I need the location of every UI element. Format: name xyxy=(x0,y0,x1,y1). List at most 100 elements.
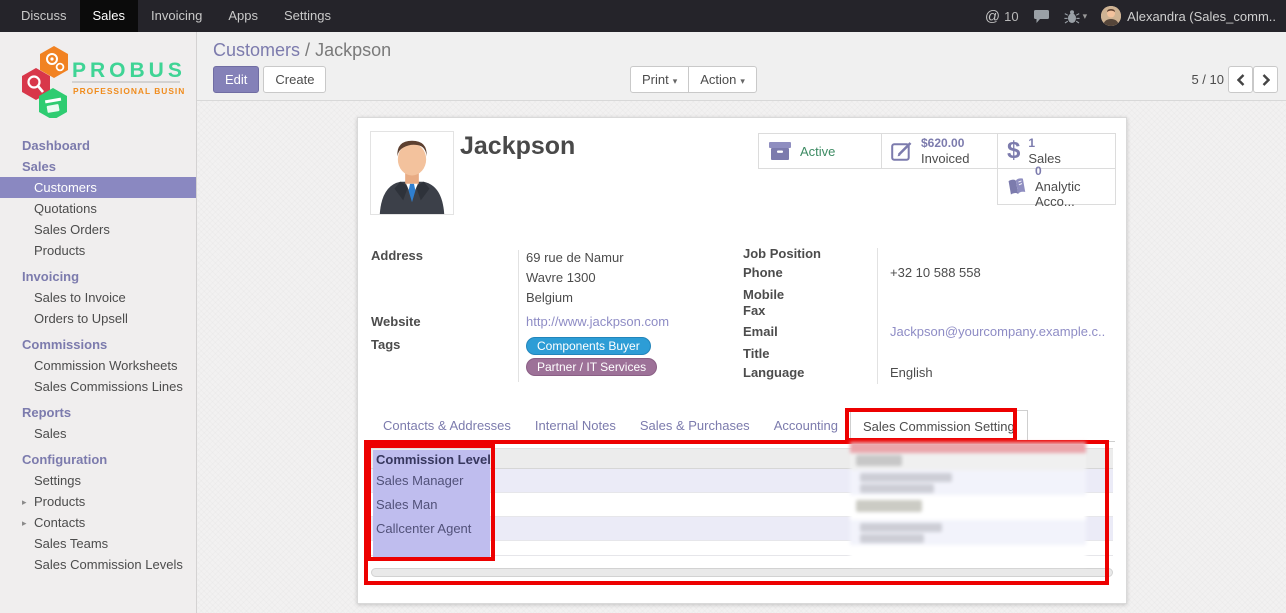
sidebar-section-configuration[interactable]: Configuration xyxy=(0,449,196,470)
address-line3: Belgium xyxy=(526,288,736,308)
sidebar-item-sales-commission-levels[interactable]: Sales Commission Levels xyxy=(0,554,196,575)
content-area: Jackpson Active $620.00Invoiced $ 1Sales xyxy=(197,101,1286,613)
table-header-commission-level[interactable]: Commission Level xyxy=(371,449,1113,469)
create-button[interactable]: Create xyxy=(263,66,326,93)
action-button[interactable]: Action▾ xyxy=(688,66,757,93)
sidebar-item-commission-worksheets[interactable]: Commission Worksheets xyxy=(0,355,196,376)
website-link[interactable]: http://www.jackpson.com xyxy=(526,314,669,329)
user-avatar xyxy=(1101,6,1121,26)
address-line2: Wavre 1300 xyxy=(526,268,736,288)
sidebar-item-sales-orders[interactable]: Sales Orders xyxy=(0,219,196,240)
top-menubar: Discuss Sales Invoicing Apps Settings @ … xyxy=(0,0,1286,32)
analytic-value: 0 xyxy=(1035,164,1115,179)
logo-title: PROBUSE xyxy=(72,59,184,82)
user-menu[interactable]: Alexandra (Sales_comm.. xyxy=(1101,6,1276,26)
customer-name: Jackpson xyxy=(460,132,575,161)
field-label-phone: Phone xyxy=(743,262,877,283)
tag-components-buyer: Components Buyer xyxy=(526,337,651,355)
analytic-label: Analytic Acco... xyxy=(1035,179,1081,209)
horizontal-scrollbar[interactable] xyxy=(371,568,1113,577)
edit-button[interactable]: Edit xyxy=(213,66,259,93)
tag-partner-it-services: Partner / IT Services xyxy=(526,358,657,376)
title-value xyxy=(877,346,1115,362)
sidebar-item-sales-teams[interactable]: Sales Teams xyxy=(0,533,196,554)
archive-icon xyxy=(768,141,792,161)
field-group-left: Address 69 rue de Namur Wavre 1300 Belgi… xyxy=(371,248,736,384)
field-label-title: Title xyxy=(743,346,877,362)
language-value: English xyxy=(877,362,1115,383)
table-row-sales-man[interactable]: Sales Man xyxy=(371,493,1113,517)
sidebar-item-quotations[interactable]: Quotations xyxy=(0,198,196,219)
bug-icon[interactable]: ▾ xyxy=(1064,9,1088,24)
tab-internal-notes[interactable]: Internal Notes xyxy=(523,410,628,442)
dollar-icon: $ xyxy=(1007,139,1020,163)
menu-sales[interactable]: Sales xyxy=(80,0,139,32)
sidebar-section-invoicing[interactable]: Invoicing xyxy=(0,266,196,287)
field-label-tags: Tags xyxy=(371,337,513,379)
table-row-sales-manager[interactable]: Sales Manager xyxy=(371,469,1113,493)
stat-button-active[interactable]: Active xyxy=(758,133,882,169)
breadcrumb-customers-link[interactable]: Customers xyxy=(213,40,300,60)
pager-next-button[interactable] xyxy=(1253,66,1278,93)
breadcrumb-current: Jackpson xyxy=(315,40,391,60)
active-label: Active xyxy=(800,144,835,159)
sidebar-item-dashboard[interactable]: Dashboard xyxy=(0,135,196,156)
sidebar-item-orders-to-upsell[interactable]: Orders to Upsell xyxy=(0,308,196,329)
sidebar-section-commissions[interactable]: Commissions xyxy=(0,334,196,355)
breadcrumb-separator: / xyxy=(305,40,315,60)
customer-avatar xyxy=(370,131,454,215)
svg-text:PROFESSIONAL BUSINESS: PROFESSIONAL BUSINESS xyxy=(73,86,184,96)
field-label-mobile: Mobile xyxy=(743,287,877,303)
sidebar-item-config-contacts[interactable]: ▸Contacts xyxy=(0,512,196,533)
sidebar-item-customers[interactable]: Customers xyxy=(0,177,196,198)
sidebar-item-products[interactable]: Products xyxy=(0,240,196,261)
menu-discuss[interactable]: Discuss xyxy=(8,0,80,32)
table-header-row: Commission Level xyxy=(371,448,1113,469)
sidebar-item-sales-to-invoice[interactable]: Sales to Invoice xyxy=(0,287,196,308)
menu-apps[interactable]: Apps xyxy=(215,0,271,32)
chevron-left-icon xyxy=(1237,74,1245,86)
field-label-job-position: Job Position xyxy=(743,246,877,262)
mention-counter[interactable]: @ 10 xyxy=(985,8,1019,25)
top-menu-list: Discuss Sales Invoicing Apps Settings xyxy=(0,0,344,32)
field-group-right: Job Position Phone+32 10 588 558 Mobile … xyxy=(743,246,1115,386)
sidebar: PROBUSE PROFESSIONAL BUSINESS Dashboard … xyxy=(0,32,197,613)
tab-accounting[interactable]: Accounting xyxy=(762,410,850,442)
chat-icon[interactable] xyxy=(1033,9,1050,24)
caret-down-icon: ▾ xyxy=(1083,11,1088,22)
stat-buttons: Active $620.00Invoiced $ 1Sales 0Analyti… xyxy=(758,133,1116,206)
tab-sales-commission-setting[interactable]: Sales Commission Setting xyxy=(850,410,1028,442)
stat-button-analytic[interactable]: 0Analytic Acco... xyxy=(997,168,1116,205)
stat-button-invoiced[interactable]: $620.00Invoiced xyxy=(881,133,998,169)
sidebar-section-sales[interactable]: Sales xyxy=(0,156,196,177)
commission-table: Commission Level Sales Manager Sales Man… xyxy=(371,448,1113,556)
sidebar-section-reports[interactable]: Reports xyxy=(0,402,196,423)
menu-invoicing[interactable]: Invoicing xyxy=(138,0,215,32)
pager-prev-button[interactable] xyxy=(1228,66,1253,93)
user-name: Alexandra (Sales_comm.. xyxy=(1127,9,1276,24)
invoiced-label: Invoiced xyxy=(921,151,969,166)
address-line1: 69 rue de Namur xyxy=(526,248,736,268)
menu-settings[interactable]: Settings xyxy=(271,0,344,32)
notebook-tabs: Contacts & Addresses Internal Notes Sale… xyxy=(371,410,1115,442)
print-button[interactable]: Print▾ xyxy=(630,66,689,93)
table-row-callcenter-agent[interactable]: Callcenter Agent xyxy=(371,517,1113,541)
mobile-value xyxy=(877,287,1115,303)
field-label-email: Email xyxy=(743,319,877,344)
sidebar-item-config-products[interactable]: ▸Products xyxy=(0,491,196,512)
book-icon xyxy=(1007,177,1027,197)
sidebar-item-reports-sales[interactable]: Sales xyxy=(0,423,196,444)
pager-count: 5 / 10 xyxy=(1191,72,1224,87)
caret-down-icon: ▾ xyxy=(740,76,745,86)
app-logo: PROBUSE PROFESSIONAL BUSINESS xyxy=(14,44,184,118)
tab-contacts-addresses[interactable]: Contacts & Addresses xyxy=(371,410,523,442)
phone-value: +32 10 588 558 xyxy=(877,262,1115,283)
field-label-address: Address xyxy=(371,248,513,308)
sidebar-item-sales-commissions-lines[interactable]: Sales Commissions Lines xyxy=(0,376,196,397)
tab-sales-purchases[interactable]: Sales & Purchases xyxy=(628,410,762,442)
customer-form-sheet: Jackpson Active $620.00Invoiced $ 1Sales xyxy=(357,117,1127,604)
control-panel: Customers / Jackpson Edit Create Print▾ … xyxy=(197,32,1286,101)
top-right-controls: @ 10 ▾ Alexandra (Sales_comm.. xyxy=(985,0,1286,32)
email-link[interactable]: Jackpson@yourcompany.example.c.. xyxy=(890,324,1105,339)
sidebar-item-settings[interactable]: Settings xyxy=(0,470,196,491)
